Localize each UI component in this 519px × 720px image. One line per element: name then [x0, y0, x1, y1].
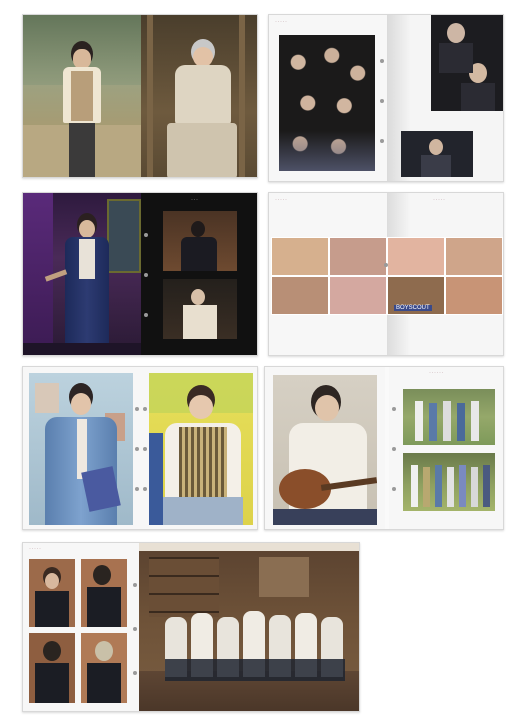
spread-5-denim-portraits — [22, 366, 258, 530]
group-photo-top — [403, 389, 495, 445]
person-figure — [44, 213, 117, 355]
page-right — [141, 367, 257, 529]
binder-hole — [135, 407, 139, 411]
page-right: ······ — [389, 367, 503, 529]
spread-1-portraits — [22, 14, 258, 178]
binder-hole — [143, 407, 147, 411]
spread-4-concert-strip: ····· ····· BOYSCOUT — [268, 192, 504, 356]
binder-hole — [143, 487, 147, 491]
binder-hole — [135, 487, 139, 491]
photo-page-left — [23, 15, 141, 177]
photo-page-right — [141, 15, 257, 177]
banner-label: BOYSCOUT — [394, 305, 432, 311]
suit-photo-4 — [81, 633, 127, 703]
binder-hole — [133, 627, 137, 631]
page-left — [23, 367, 141, 529]
binder-hole — [392, 487, 396, 491]
page-header-mark: ····· — [433, 197, 446, 203]
group-photo-page — [139, 543, 359, 711]
binder-hole — [380, 99, 384, 103]
binder-hole — [133, 671, 137, 675]
portrait-photo — [149, 373, 253, 525]
binder-hole — [144, 273, 148, 277]
binder-hole — [384, 263, 388, 267]
page-left: ····· — [23, 543, 139, 711]
spread-2-group-collage: ····· — [268, 14, 504, 182]
binder-hole — [133, 583, 137, 587]
binder-hole — [144, 313, 148, 317]
stage-page-right: ··· — [141, 193, 257, 355]
binder-hole — [380, 59, 384, 63]
page-left: ····· — [269, 15, 387, 181]
spread-3-stage: ··· — [22, 192, 258, 356]
guitar-photo — [273, 375, 377, 525]
page-header-mark: ····· — [29, 546, 42, 552]
small-photo — [401, 131, 473, 177]
photo-strip: BOYSCOUT — [271, 237, 503, 315]
binder-hole — [144, 233, 148, 237]
page-right — [387, 15, 503, 181]
binder-hole — [392, 407, 396, 411]
binder-hole — [380, 139, 384, 143]
suit-photo-1 — [29, 559, 75, 627]
page-header-mark: ······ — [429, 370, 444, 376]
page-header-mark: ····· — [275, 197, 288, 203]
binder-hole — [135, 447, 139, 451]
group-photo — [279, 35, 375, 171]
portrait-photo — [431, 15, 503, 111]
spread-7-suits: ····· — [22, 542, 360, 712]
page-header-mark: ····· — [275, 19, 288, 25]
person-figure — [59, 41, 105, 177]
suit-photo-3 — [29, 633, 75, 703]
person-figure — [167, 39, 237, 177]
photo-bottom — [163, 279, 237, 339]
group-photo-bottom — [403, 453, 495, 511]
spread-6-guitar-and-group: ······ — [264, 366, 504, 530]
group-members — [165, 607, 345, 687]
suit-photo-2 — [81, 559, 127, 627]
binder-hole — [143, 447, 147, 451]
portrait-photo — [29, 373, 133, 525]
page-header-mark: ··· — [191, 197, 199, 203]
stage-page-left — [23, 193, 141, 355]
photo-top — [163, 211, 237, 271]
binder-hole — [392, 447, 396, 451]
page-left — [265, 367, 385, 529]
